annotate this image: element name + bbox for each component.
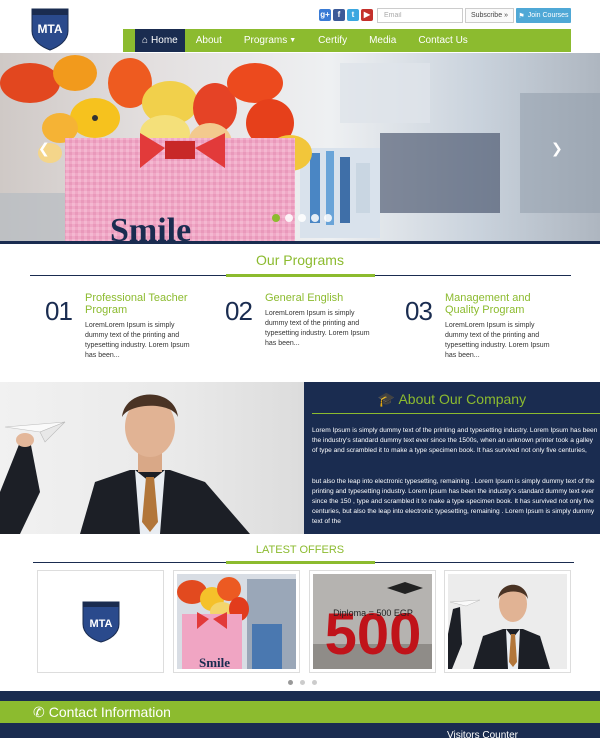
program-number: 02 [225, 296, 253, 326]
youtube-icon[interactable]: ▶ [361, 9, 373, 21]
program-number: 01 [45, 296, 73, 326]
about-title-text: About Our Company [398, 391, 527, 407]
offer-card-2[interactable]: Smile [173, 570, 300, 673]
offer-promo-image: 500 Diploma = 500 EGP [313, 574, 432, 669]
offer-caption: Smile [199, 655, 230, 669]
caret-down-icon: ▼ [289, 37, 297, 44]
subscribe-button[interactable]: Subscribe » [465, 8, 514, 23]
main-nav: ⌂ Home About Programs ▼ Certify Media Co… [123, 29, 571, 52]
social-links: g+ f t ▶ [319, 9, 373, 21]
email-field[interactable] [377, 8, 463, 23]
flag-icon: ⚑ [518, 12, 525, 20]
program-number: 03 [405, 296, 433, 326]
twitter-icon[interactable]: t [347, 9, 359, 21]
page: MTA g+ f t ▶ Subscribe » ⚑ Join Courses … [0, 0, 600, 738]
about-image [0, 382, 304, 534]
program-text: LoremLorem Ipsum is simply dummy text of… [85, 322, 190, 359]
program-title[interactable]: General English [265, 292, 385, 304]
nav-home[interactable]: ⌂ Home [135, 29, 185, 52]
nav-programs-label: Programs [243, 35, 288, 46]
hero-divider [0, 241, 600, 244]
hero-pagination [272, 214, 332, 222]
hero-caption: Smile [110, 212, 191, 242]
program-title[interactable]: Management and Quality Program [445, 292, 565, 316]
offers-dot[interactable] [300, 680, 305, 685]
program-text: LoremLorem Ipsum is simply dummy text of… [445, 322, 550, 359]
double-chevron-icon: » [504, 12, 509, 19]
offers-dot[interactable] [288, 680, 293, 685]
join-label: Join Courses [527, 12, 569, 19]
hero-dot[interactable] [311, 214, 319, 222]
about-heading: 🎓 About Our Company [304, 391, 600, 408]
contact-title: Contact Information [48, 704, 171, 720]
home-icon: ⌂ [142, 35, 149, 46]
offer-balloons-image: Smile [177, 574, 296, 669]
offers-divider-accent [226, 561, 375, 564]
offer-card-3[interactable]: 500 Diploma = 500 EGP [309, 570, 436, 673]
visitors-counter-title: Visitors Counter [447, 730, 518, 738]
programs-title: Our Programs [256, 252, 344, 268]
offer-card-4[interactable] [444, 570, 571, 673]
hero-dot[interactable] [272, 214, 280, 222]
nav-certify[interactable]: Certify [307, 29, 358, 52]
about-paragraph-2: but also the leap into electronic typese… [312, 478, 595, 525]
google-plus-icon[interactable]: g+ [319, 9, 331, 21]
phone-icon: ✆ [33, 703, 45, 720]
about-divider [312, 413, 600, 414]
offers-dot[interactable] [312, 680, 317, 685]
facebook-icon[interactable]: f [333, 9, 345, 21]
hero-dot[interactable] [298, 214, 306, 222]
offer-promo-text: Diploma = 500 EGP [333, 608, 413, 618]
subscribe-label: Subscribe [470, 12, 503, 19]
hero-dot[interactable] [324, 214, 332, 222]
about-paragraph-1: Lorem Ipsum is simply dummy text of the … [312, 427, 598, 454]
footer-bottom: Visitors Counter [0, 723, 600, 738]
businessman-image [0, 394, 250, 534]
nav-home-label: Home [151, 35, 178, 46]
footer-top-bar [0, 691, 600, 701]
offer-logo-image: MTA [41, 574, 160, 669]
site-header: MTA g+ f t ▶ Subscribe » ⚑ Join Courses … [0, 0, 600, 53]
nav-programs[interactable]: Programs ▼ [233, 29, 307, 52]
offers-pagination [288, 680, 317, 685]
hero-dot[interactable] [285, 214, 293, 222]
mta-logo[interactable]: MTA [30, 7, 70, 51]
graduation-cap-icon: 🎓 [377, 391, 396, 407]
programs-divider-accent [226, 274, 375, 277]
logo-text: MTA [37, 22, 62, 36]
join-courses-button[interactable]: ⚑ Join Courses [516, 8, 571, 23]
about-panel: 🎓 About Our Company Lorem Ipsum is simpl… [304, 382, 600, 534]
program-text: LoremLorem Ipsum is simply dummy text of… [265, 310, 370, 347]
program-title[interactable]: Professional Teacher Program [85, 292, 205, 316]
hero-next-arrow[interactable]: ❯ [551, 141, 563, 157]
offer-card-1[interactable]: MTA [37, 570, 164, 673]
offers-title: LATEST OFFERS [255, 544, 345, 556]
nav-media[interactable]: Media [358, 29, 407, 52]
nav-contact[interactable]: Contact Us [407, 29, 478, 52]
offer-businessman-image [448, 574, 567, 669]
offer-logo-text: MTA [89, 618, 112, 630]
contact-bar: ✆ Contact Information [0, 701, 600, 723]
hero-prev-arrow[interactable]: ❮ [38, 141, 50, 157]
nav-about[interactable]: About [185, 29, 233, 52]
